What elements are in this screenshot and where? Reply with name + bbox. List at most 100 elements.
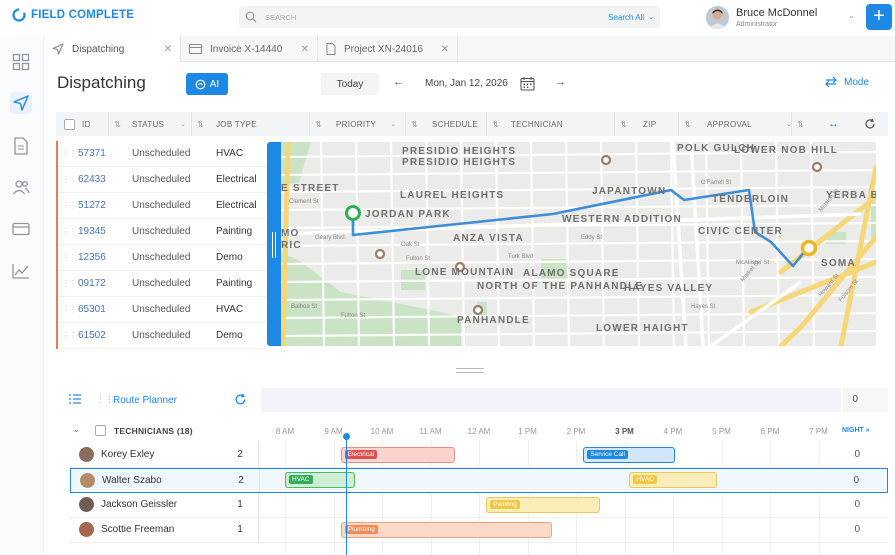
column-sort-icon[interactable]: ⇅: [614, 112, 632, 136]
app-logo[interactable]: FIELD COMPLETE: [12, 8, 134, 22]
column-header-schedule[interactable]: SCHEDULE: [432, 112, 478, 136]
tab-invoice[interactable]: Invoice X-14440 ✕: [181, 36, 318, 62]
column-header-status[interactable]: STATUS ⌄: [132, 112, 186, 136]
search-scope-dropdown[interactable]: Search All: [608, 13, 644, 22]
users-icon[interactable]: [10, 176, 32, 198]
scheduled-job-block[interactable]: HVAC: [629, 472, 717, 488]
scheduled-job-block[interactable]: Electrical: [340, 447, 455, 463]
close-icon[interactable]: ✕: [441, 44, 449, 55]
map-canvas[interactable]: PRESIDIO HEIGHTS PRESIDIO HEIGHTS POLK G…: [281, 142, 876, 346]
job-row[interactable]: ⋮⋮ 09172 Unscheduled Painting: [56, 271, 266, 297]
scheduled-job-block[interactable]: HVAC: [285, 472, 356, 488]
search-bar[interactable]: SEARCH Search All ⌄: [239, 6, 660, 28]
ai-button[interactable]: AI: [186, 73, 228, 95]
job-row[interactable]: ⋮⋮ 57371 Unscheduled HVAC: [56, 141, 266, 167]
technician-row[interactable]: Korey Exley 2 0: [70, 443, 888, 468]
collapse-chevron-icon[interactable]: ⌄: [73, 425, 80, 434]
job-id-link[interactable]: 65301: [78, 304, 106, 315]
search-input[interactable]: SEARCH: [265, 13, 608, 22]
job-row[interactable]: ⋮⋮ 12356 Unscheduled Demo: [56, 245, 266, 271]
priority-indicator: [56, 245, 58, 271]
panel-resize-handle[interactable]: [456, 368, 484, 373]
technicians-select-all-checkbox[interactable]: [95, 425, 106, 439]
add-button[interactable]: +: [866, 4, 892, 30]
job-id-link[interactable]: 19345: [78, 226, 106, 237]
job-id-link[interactable]: 61502: [78, 330, 106, 341]
document-icon[interactable]: [10, 135, 32, 157]
user-name[interactable]: Bruce McDonnel: [736, 7, 817, 19]
drag-handle-icon[interactable]: ⋮⋮: [96, 394, 114, 405]
column-sort-icon[interactable]: ⇅: [108, 112, 126, 136]
analytics-chart-icon[interactable]: [10, 260, 32, 282]
refresh-icon[interactable]: [234, 393, 247, 409]
job-row[interactable]: ⋮⋮ 65301 Unscheduled HVAC: [56, 297, 266, 323]
column-header-id[interactable]: ID: [82, 112, 91, 136]
mode-button[interactable]: Mode: [824, 76, 869, 88]
chevron-down-icon[interactable]: ⌄: [648, 13, 654, 21]
dispatch-map[interactable]: PRESIDIO HEIGHTS PRESIDIO HEIGHTS POLK G…: [281, 142, 876, 346]
job-row[interactable]: ⋮⋮ 19345 Unscheduled Painting: [56, 219, 266, 245]
calendar-icon[interactable]: [520, 76, 535, 94]
drag-handle-icon[interactable]: ⋮⋮: [62, 305, 77, 314]
expand-columns-icon[interactable]: ↔: [828, 112, 839, 136]
column-sort-icon[interactable]: ⇅: [309, 112, 327, 136]
drag-handle-icon[interactable]: ⋮⋮: [62, 175, 77, 184]
timeline-hour-label: 3 PM: [615, 427, 634, 436]
technician-row[interactable]: Walter Szabo 2 0: [70, 468, 888, 493]
job-id-link[interactable]: 12356: [78, 252, 106, 263]
job-id-link[interactable]: 09172: [78, 278, 106, 289]
job-id-link[interactable]: 57371: [78, 148, 106, 159]
close-icon[interactable]: ✕: [301, 44, 309, 55]
column-header-technician[interactable]: TECHNICIAN: [511, 112, 563, 136]
job-row[interactable]: ⋮⋮ 62433 Unscheduled Electrical: [56, 167, 266, 193]
drag-handle-icon[interactable]: ⋮⋮: [62, 253, 77, 262]
column-header-priority[interactable]: PRIORITY ⌄: [336, 112, 396, 136]
job-id-link[interactable]: 51272: [78, 200, 106, 211]
map-collapse-handle[interactable]: [267, 142, 281, 346]
priority-indicator: [56, 141, 58, 167]
column-header-zip[interactable]: ZIP: [643, 112, 656, 136]
column-sort-icon[interactable]: ⇅: [678, 112, 696, 136]
technician-name[interactable]: Korey Exley: [101, 449, 154, 460]
scheduled-job-block[interactable]: Painting: [486, 497, 601, 513]
job-id-link[interactable]: 62433: [78, 174, 106, 185]
drag-handle-icon[interactable]: ⋮⋮: [62, 279, 77, 288]
credit-card-icon[interactable]: [10, 218, 32, 240]
technician-name[interactable]: Walter Szabo: [102, 475, 162, 486]
drag-handle-icon[interactable]: ⋮⋮: [62, 331, 77, 340]
column-sort-icon[interactable]: ⇅: [791, 112, 809, 136]
scheduled-job-block[interactable]: Service Call: [583, 447, 676, 463]
list-icon[interactable]: [69, 394, 81, 407]
column-header-approval[interactable]: APPROVAL ⌄: [707, 112, 792, 136]
tab-project[interactable]: Project XN-24016 ✕: [318, 36, 458, 62]
technician-row[interactable]: Jackson Geissler 1 0: [70, 493, 888, 518]
select-all-checkbox[interactable]: [64, 112, 75, 136]
dispatch-send-icon[interactable]: [10, 92, 32, 114]
column-sort-icon[interactable]: ⇅: [486, 112, 504, 136]
dashboard-grid-icon[interactable]: [10, 51, 32, 73]
svg-text:ANZA VISTA: ANZA VISTA: [453, 233, 524, 244]
date-display[interactable]: Mon, Jan 12, 2026: [425, 78, 508, 89]
refresh-icon[interactable]: [864, 112, 876, 136]
route-planner-label[interactable]: Route Planner: [113, 395, 177, 406]
tab-dispatching[interactable]: Dispatching ✕: [44, 36, 181, 62]
next-day-arrow-icon[interactable]: →: [555, 76, 566, 88]
job-row[interactable]: ⋮⋮ 51272 Unscheduled Electrical: [56, 193, 266, 219]
user-menu-chevron-icon[interactable]: ⌄: [848, 11, 855, 20]
today-button[interactable]: Today: [321, 73, 379, 95]
column-sort-icon[interactable]: ⇅: [191, 112, 209, 136]
column-header-job-type[interactable]: JOB TYPE: [216, 112, 257, 136]
job-row[interactable]: ⋮⋮ 61502 Unscheduled Demo: [56, 323, 266, 349]
technician-name[interactable]: Scottie Freeman: [101, 524, 174, 535]
route-planner-timeline[interactable]: [261, 388, 841, 412]
drag-handle-icon[interactable]: ⋮⋮: [62, 149, 77, 158]
technician-name[interactable]: Jackson Geissler: [101, 499, 177, 510]
column-sort-icon[interactable]: ⇅: [405, 112, 423, 136]
drag-handle-icon[interactable]: ⋮⋮: [62, 201, 77, 210]
close-icon[interactable]: ✕: [164, 44, 172, 55]
previous-day-arrow-icon[interactable]: ←: [393, 76, 404, 88]
night-toggle[interactable]: NIGHT »: [842, 427, 870, 434]
scheduled-job-block[interactable]: Plumbing: [340, 522, 552, 538]
user-avatar[interactable]: [706, 6, 729, 29]
drag-handle-icon[interactable]: ⋮⋮: [62, 227, 77, 236]
